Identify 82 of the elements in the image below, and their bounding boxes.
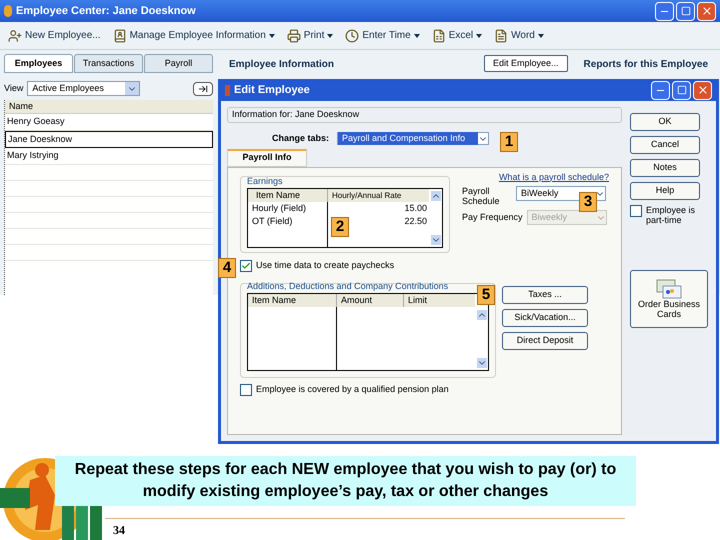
column-header: Amount bbox=[337, 294, 404, 307]
column-header: Item Name bbox=[248, 189, 328, 202]
dialog-button[interactable]: Cancel bbox=[630, 136, 700, 154]
toolbar-button[interactable]: Print bbox=[286, 28, 334, 43]
step-badge: 1 bbox=[500, 132, 518, 152]
scrollbar[interactable] bbox=[475, 308, 488, 370]
toolbar-button[interactable]: Manage Employee Information bbox=[112, 28, 275, 43]
tab[interactable]: Payroll Info bbox=[227, 148, 307, 166]
collapse-button[interactable] bbox=[193, 82, 213, 96]
group-title: Additions, Deductions and Company Contributions bbox=[247, 280, 450, 293]
dialog-button[interactable]: Taxes ... bbox=[502, 286, 588, 304]
printer-icon bbox=[286, 28, 301, 42]
close-icon[interactable] bbox=[697, 2, 716, 20]
scroll-up-icon[interactable] bbox=[430, 191, 440, 201]
book-icon bbox=[112, 28, 127, 42]
checkbox[interactable] bbox=[240, 260, 252, 272]
dialog-title: Edit Employee bbox=[234, 82, 311, 98]
step-badge: 5 bbox=[477, 285, 495, 305]
toolbar-button[interactable]: Enter Time bbox=[345, 28, 420, 43]
column-header: Limit bbox=[407, 294, 428, 307]
tab[interactable]: Payroll bbox=[144, 54, 213, 73]
dialog-button[interactable]: Direct Deposit bbox=[502, 332, 588, 350]
toolbar-button[interactable]: Word bbox=[494, 28, 544, 43]
caption-box: Repeat these steps for each NEW employee that you wish to pay (or) to modify existing employee’s pay, tax or other changes bbox=[55, 456, 636, 506]
scroll-down-icon[interactable] bbox=[476, 358, 486, 368]
checkbox-label: Use time data to create paychecks bbox=[256, 259, 394, 272]
checkbox[interactable] bbox=[630, 205, 642, 217]
toolbar-button[interactable]: Excel bbox=[432, 28, 482, 43]
person-icon bbox=[4, 5, 12, 17]
checkbox-label: Employee is covered by a qualified pension plan bbox=[256, 383, 449, 396]
document-icon bbox=[494, 28, 508, 42]
step-badge: 3 bbox=[579, 192, 597, 212]
clock-icon bbox=[345, 28, 360, 42]
dialog-button[interactable]: Help bbox=[630, 182, 700, 200]
table-cell: Hourly (Field) bbox=[248, 202, 328, 215]
change-tabs-label: Change tabs: bbox=[272, 132, 330, 145]
table-cell: OT (Field) bbox=[248, 215, 328, 228]
checkbox-label: Employee is part-time bbox=[646, 205, 696, 225]
dialog-button[interactable]: OK bbox=[630, 113, 700, 131]
maximize-icon[interactable] bbox=[676, 2, 695, 20]
step-badge: 2 bbox=[331, 217, 349, 237]
edit-button[interactable]: Edit Employee... bbox=[484, 55, 568, 72]
schedule-label: Payroll Schedule bbox=[462, 186, 501, 206]
person-icon bbox=[225, 84, 230, 96]
cards-icon bbox=[656, 279, 682, 299]
tab[interactable]: Transactions bbox=[74, 54, 143, 73]
person-plus-icon bbox=[8, 28, 22, 42]
column-header: Name bbox=[5, 100, 213, 114]
scroll-up-icon[interactable] bbox=[476, 310, 486, 320]
schedule-link[interactable]: What is a payroll schedule? bbox=[498, 170, 609, 184]
order-cards-button[interactable]: Order Business Cards bbox=[630, 270, 708, 328]
minimize-icon[interactable] bbox=[651, 80, 670, 100]
arrow-to-line-icon bbox=[198, 84, 208, 94]
info-field: Information for: Jane Doesknow bbox=[227, 107, 622, 123]
table-cell: 22.50 bbox=[404, 215, 427, 228]
group-title: Earnings bbox=[247, 174, 284, 188]
toolbar-button[interactable]: New Employee... bbox=[8, 28, 101, 43]
dialog-button[interactable]: Sick/Vacation... bbox=[502, 308, 588, 326]
step-badge: 4 bbox=[218, 258, 236, 278]
section-heading: Reports for this Employee bbox=[584, 58, 708, 72]
view-label: View bbox=[4, 82, 24, 95]
column-header: Hourly/Annual Rate bbox=[331, 190, 402, 202]
page-number: 34 bbox=[113, 522, 125, 539]
table-cell: 15.00 bbox=[404, 202, 427, 215]
minimize-icon[interactable] bbox=[655, 2, 674, 20]
column-header: Item Name bbox=[248, 294, 337, 307]
list-row[interactable]: Henry Goeasy bbox=[5, 114, 213, 131]
scrollbar[interactable] bbox=[429, 189, 442, 247]
scroll-down-icon[interactable] bbox=[430, 235, 440, 245]
list-row[interactable]: Mary Istrying bbox=[5, 148, 213, 165]
tab[interactable]: Employees bbox=[4, 54, 73, 73]
spreadsheet-icon bbox=[432, 28, 446, 42]
frequency-label: Pay Frequency bbox=[462, 210, 523, 224]
checkbox[interactable] bbox=[240, 384, 252, 396]
dialog-button[interactable]: Notes bbox=[630, 159, 700, 177]
change-tabs-dropdown[interactable]: Payroll and Compensation Info bbox=[337, 132, 490, 146]
window-title: Employee Center: Jane Doesknow bbox=[16, 4, 197, 19]
close-icon[interactable] bbox=[693, 80, 712, 100]
section-heading: Employee Information bbox=[229, 58, 336, 72]
list-row[interactable]: Jane Doesknow bbox=[5, 131, 213, 148]
view-dropdown[interactable]: Active Employees bbox=[27, 81, 140, 96]
maximize-icon[interactable] bbox=[672, 80, 691, 100]
